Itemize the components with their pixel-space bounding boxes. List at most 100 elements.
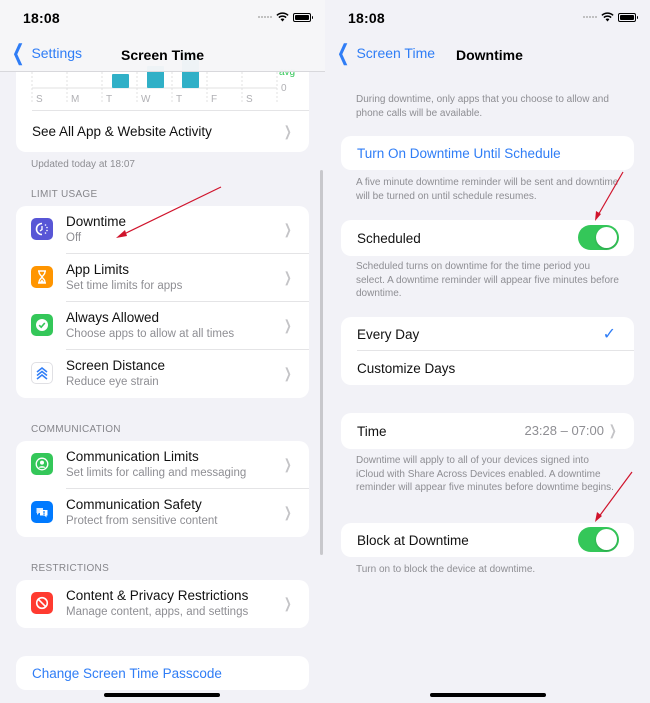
status-bar: 18:08 <box>0 0 325 38</box>
chat-bubble-icon <box>31 501 53 523</box>
status-icons <box>583 12 638 22</box>
chevrons-up-icon <box>31 362 53 384</box>
every-day-label: Every Day <box>357 326 420 342</box>
back-button[interactable]: ❮ Screen Time <box>334 40 436 65</box>
screen-time-panel: S M T W T F S 0 avg See All App & Website Activi… <box>0 0 325 703</box>
signal-icon <box>258 16 272 18</box>
chart-tick-label: S <box>246 94 253 105</box>
app-limits-title: App Limits <box>66 262 130 277</box>
scheduled-card: Scheduled <box>341 220 634 256</box>
time-value: 23:28 – 07:00 <box>524 423 604 438</box>
passcode-card: Change Screen Time Passcode <box>16 656 309 690</box>
downtime-row[interactable]: Downtime Off ❯ <box>16 206 309 254</box>
chart-tick-label: F <box>211 94 217 105</box>
every-day-option[interactable]: Every Day ✓ <box>341 317 634 351</box>
communication-safety-row[interactable]: Communication Safety Protect from sensit… <box>16 489 309 537</box>
page-title: Screen Time <box>120 47 204 63</box>
content-privacy-row[interactable]: Content & Privacy Restrictions Manage co… <box>16 580 309 628</box>
wifi-icon <box>276 12 289 22</box>
nav-bar: ❮ Settings Screen Time <box>0 38 325 72</box>
battery-icon <box>618 12 638 22</box>
home-indicator <box>104 693 220 697</box>
screen-distance-subtitle: Reduce eye strain <box>66 376 159 388</box>
section-label-restrictions: RESTRICTIONS <box>31 563 110 574</box>
communication-limits-row[interactable]: Communication Limits Set limits for call… <box>16 441 309 489</box>
always-allowed-subtitle: Choose apps to allow at all times <box>66 328 235 340</box>
see-all-activity-row[interactable]: See All App & Website Activity ❯ <box>16 111 309 152</box>
scheduled-note: Scheduled turns on downtime for the time… <box>356 261 619 299</box>
content-privacy-subtitle: Manage content, apps, and settings <box>66 606 249 618</box>
downtime-title: Downtime <box>66 214 127 229</box>
chevron-left-icon: ❮ <box>336 40 350 65</box>
page-title: Downtime <box>456 47 523 63</box>
chevron-right-icon: ❯ <box>284 365 292 381</box>
time-row[interactable]: Time 23:28 – 07:00 ❯ <box>341 413 634 449</box>
app-limits-row[interactable]: App Limits Set time limits for apps ❯ <box>16 254 309 302</box>
screen-distance-row[interactable]: Screen Distance Reduce eye strain ❯ <box>16 350 309 398</box>
customize-days-option[interactable]: Customize Days <box>341 351 634 385</box>
communication-card: Communication Limits Set limits for call… <box>16 441 309 537</box>
updated-text: Updated today at 18:07 <box>31 159 135 170</box>
chart-zero-label: 0 <box>281 83 287 94</box>
downtime-panel: 18:08 ❮ Screen Time Downtime During down… <box>325 0 650 703</box>
block-row: Block at Downtime <box>341 523 634 557</box>
block-card: Block at Downtime <box>341 523 634 557</box>
block-toggle[interactable] <box>578 527 619 552</box>
app-limits-subtitle: Set time limits for apps <box>66 280 183 292</box>
home-indicator <box>430 693 546 697</box>
turn-on-note: A five minute downtime reminder will be … <box>356 177 619 202</box>
nav-bar: ❮ Screen Time Downtime <box>325 38 650 72</box>
signal-icon <box>583 16 597 18</box>
time-card: Time 23:28 – 07:00 ❯ <box>341 413 634 449</box>
chart-bar <box>112 74 129 88</box>
scheduled-toggle[interactable] <box>578 225 619 250</box>
header: 18:08 ❮ Screen Time Downtime <box>325 0 650 72</box>
restrictions-card: Content & Privacy Restrictions Manage co… <box>16 580 309 628</box>
block-note: Turn on to block the device at downtime. <box>356 564 536 575</box>
days-card: Every Day ✓ Customize Days <box>341 317 634 385</box>
time-label: Time <box>357 423 387 439</box>
status-time: 18:08 <box>23 10 60 26</box>
scrollbar[interactable] <box>320 170 323 555</box>
chevron-right-icon: ❯ <box>284 317 292 333</box>
no-entry-icon <box>31 592 53 614</box>
chevron-right-icon: ❯ <box>284 269 292 285</box>
time-note: Downtime will apply to all of your devic… <box>356 455 614 493</box>
chevron-right-icon: ❯ <box>284 456 292 472</box>
block-label: Block at Downtime <box>357 532 469 548</box>
person-circle-icon <box>31 453 53 475</box>
communication-safety-title: Communication Safety <box>66 497 202 512</box>
always-allowed-title: Always Allowed <box>66 310 160 325</box>
chart-tick-label: T <box>176 94 182 105</box>
chart-tick-label: S <box>36 94 43 105</box>
scheduled-row: Scheduled <box>341 220 634 256</box>
chevron-right-icon: ❯ <box>284 504 292 520</box>
status-icons <box>258 12 313 22</box>
screen-distance-title: Screen Distance <box>66 358 166 373</box>
customize-days-label: Customize Days <box>357 360 456 376</box>
chevron-right-icon: ❯ <box>284 595 292 611</box>
change-passcode-button[interactable]: Change Screen Time Passcode <box>16 656 309 690</box>
turn-on-card: Turn On Downtime Until Schedule <box>341 136 634 170</box>
chevron-right-icon: ❯ <box>284 221 292 237</box>
checkmark-icon: ✓ <box>602 326 616 343</box>
chevron-right-icon: ❯ <box>284 123 292 139</box>
status-time: 18:08 <box>348 10 385 26</box>
wifi-icon <box>601 12 614 22</box>
turn-on-downtime-button[interactable]: Turn On Downtime Until Schedule <box>341 136 634 170</box>
hourglass-icon <box>31 266 53 288</box>
status-bar: 18:08 <box>325 0 650 38</box>
chart-tick-label: T <box>106 94 112 105</box>
downtime-icon <box>31 218 53 240</box>
communication-safety-subtitle: Protect from sensitive content <box>66 515 218 527</box>
chevron-right-icon: ❯ <box>609 422 617 438</box>
see-all-activity-label: See All App & Website Activity <box>32 124 212 139</box>
limit-usage-card: Downtime Off ❯ App Limits Set time limit… <box>16 206 309 398</box>
back-label: Screen Time <box>356 45 436 61</box>
checkmark-seal-icon <box>31 314 53 336</box>
scheduled-label: Scheduled <box>357 230 421 246</box>
always-allowed-row[interactable]: Always Allowed Choose apps to allow at a… <box>16 302 309 350</box>
communication-limits-title: Communication Limits <box>66 449 199 464</box>
downtime-status: Off <box>66 232 82 244</box>
communication-limits-subtitle: Set limits for calling and messaging <box>66 467 247 479</box>
